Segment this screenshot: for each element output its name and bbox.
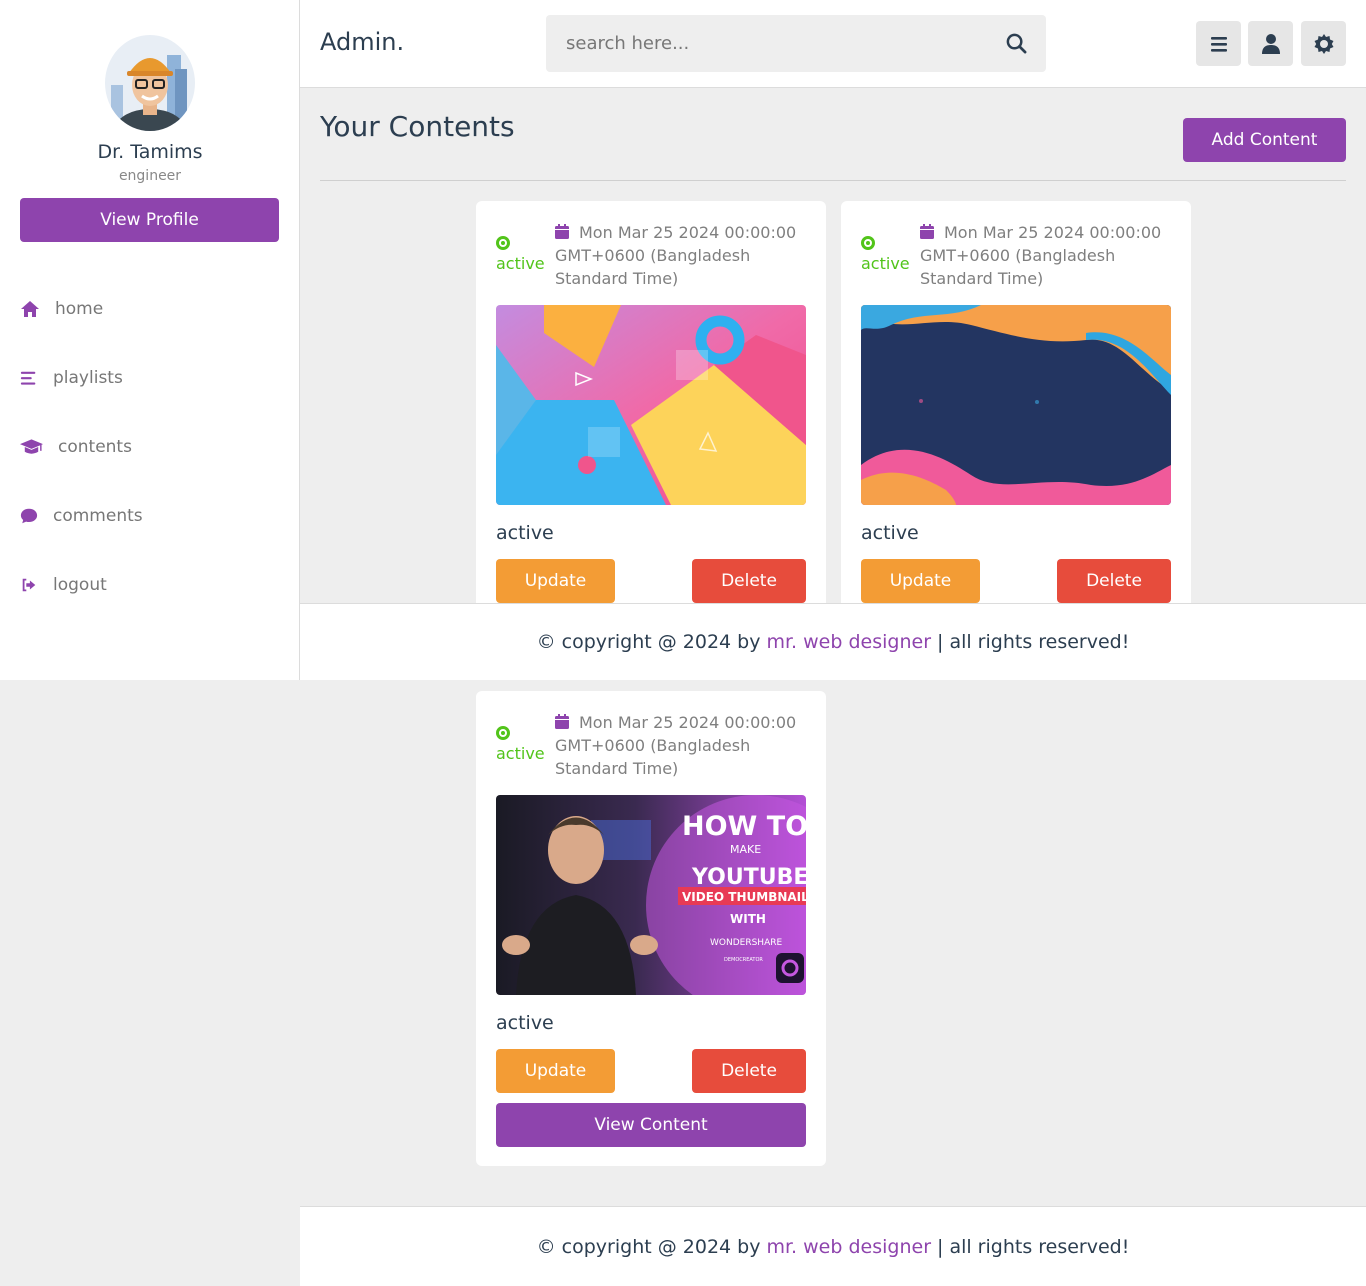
add-content-button[interactable]: Add Content [1183,118,1346,162]
sidebar-item-contents[interactable]: contents [20,434,132,460]
menu-button[interactable] [1196,21,1241,66]
content-date: Mon Mar 25 2024 00:00:00 GMT+0600 (Bangl… [555,713,797,778]
content-card: active Mon Mar 25 2024 00:00:00 GMT+0600… [476,691,826,1166]
content-date: Mon Mar 25 2024 00:00:00 GMT+0600 (Bangl… [920,223,1162,288]
sidebar-item-label: playlists [53,368,123,388]
search-input[interactable] [546,15,996,72]
content-thumbnail[interactable] [861,305,1171,505]
status-label: active [496,744,545,763]
status-icon [861,236,875,250]
delete-button[interactable]: Delete [692,1049,806,1093]
sidebar-item-label: logout [53,575,107,595]
list-icon [20,371,36,385]
footer-suffix: | all rights reserved! [937,1235,1130,1258]
delete-button[interactable]: Delete [1057,559,1171,603]
divider [320,180,1346,181]
logout-icon [22,578,36,592]
content-card: active Mon Mar 25 2024 00:00:00 GMT+0600… [841,201,1191,621]
status-label: active [861,254,910,273]
thumb-text: YOUTUBE [691,865,806,890]
settings-icon [1314,33,1333,54]
sidebar-item-label: home [55,299,104,319]
footer-prefix: © copyright @ 2024 by [536,631,761,653]
content-title: active [496,1012,554,1034]
settings-button[interactable] [1301,21,1346,66]
thumb-text: HOW TO [682,811,806,842]
thumb-text: VIDEO THUMBNAIL [682,890,806,904]
update-button[interactable]: Update [861,559,980,603]
status-icon [496,236,510,250]
sidebar-item-label: comments [53,506,143,526]
home-icon [21,301,39,317]
user-icon [1261,33,1280,54]
footer-link[interactable]: mr. web designer [766,631,931,653]
footer-suffix: | all rights reserved! [937,631,1130,653]
content-thumbnail[interactable] [496,305,806,505]
thumb-text: MAKE [730,843,761,856]
search-box [546,15,1046,72]
footer-link[interactable]: mr. web designer [766,1236,931,1258]
content-thumbnail[interactable]: HOW TO MAKE YOUTUBE VIDEO THUMBNAIL WITH… [496,795,806,995]
status-label: active [496,254,545,273]
menu-icon [1210,36,1227,52]
update-button[interactable]: Update [496,1049,615,1093]
delete-button[interactable]: Delete [692,559,806,603]
status-icon [496,726,510,740]
comment-icon [20,508,38,524]
graduation-cap-icon [20,439,43,454]
profile-name: Dr. Tamims [97,141,203,163]
content-title: active [496,522,554,544]
sidebar-item-label: contents [58,437,132,457]
sidebar-item-home[interactable]: home [20,296,103,322]
page-title: Your Contents [320,110,515,143]
view-content-button[interactable]: View Content [496,1103,806,1147]
footer: © copyright @ 2024 by mr. web designer |… [300,603,1366,680]
app-logo[interactable]: Admin. [320,28,404,56]
footer: © copyright @ 2024 by mr. web designer |… [300,1206,1366,1286]
sidebar-item-logout[interactable]: logout [20,572,107,598]
sidebar-item-comments[interactable]: comments [20,503,143,529]
profile-role: engineer [118,168,182,184]
thumb-text: DEMOCREATOR [724,957,763,963]
content-date: Mon Mar 25 2024 00:00:00 GMT+0600 (Bangl… [555,223,797,288]
content-title: active [861,522,919,544]
avatar[interactable] [105,35,195,131]
sidebar-item-playlists[interactable]: playlists [20,365,123,391]
search-icon[interactable] [1005,32,1028,55]
thumb-text: WITH [730,912,766,926]
content-card: active Mon Mar 25 2024 00:00:00 GMT+0600… [476,201,826,621]
update-button[interactable]: Update [496,559,615,603]
sidebar: Dr. Tamims engineer View Profile home pl… [0,0,300,680]
footer-prefix: © copyright @ 2024 by [536,1235,761,1258]
thumb-text: WONDERSHARE [710,938,782,948]
user-button[interactable] [1248,21,1293,66]
view-profile-button[interactable]: View Profile [20,198,279,242]
header: Admin. [300,0,1366,88]
